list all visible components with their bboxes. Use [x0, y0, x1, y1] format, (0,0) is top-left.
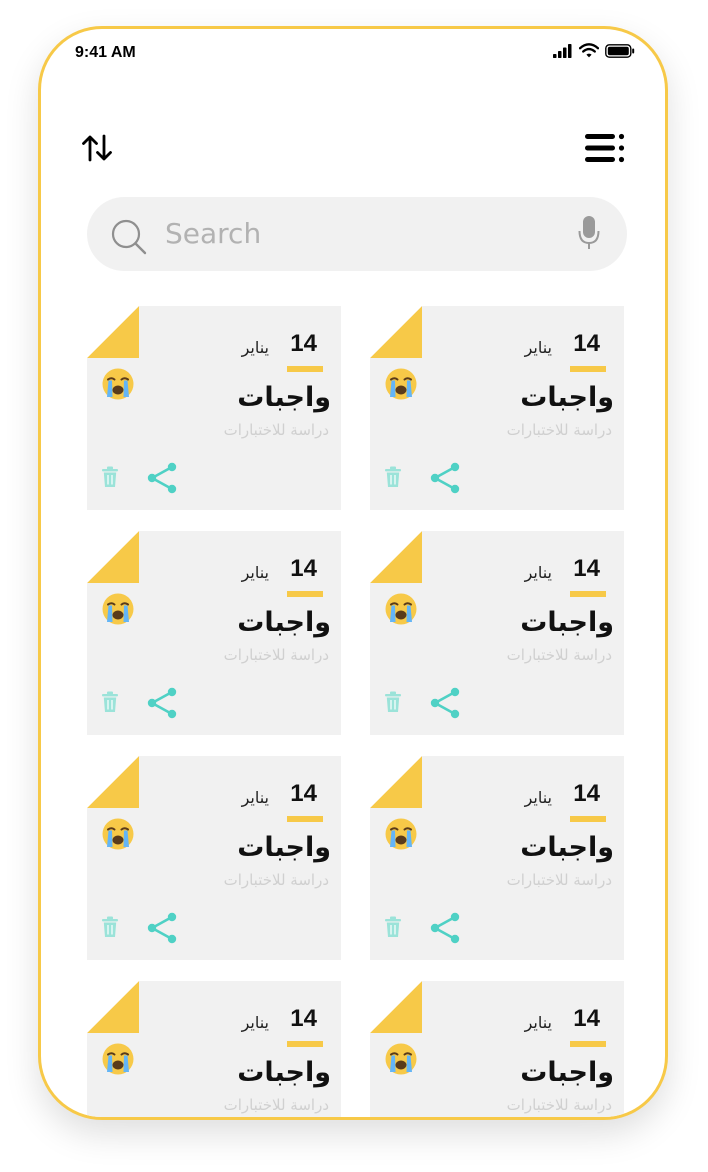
note-month: يناير [524, 1013, 552, 1032]
crying-face-icon [385, 818, 417, 850]
note-month: يناير [241, 563, 269, 582]
page-fold-corner [370, 756, 422, 808]
delete-icon[interactable] [101, 691, 119, 713]
note-day: 14 [573, 555, 600, 582]
search-icon [111, 219, 147, 255]
date-underline [287, 366, 323, 372]
note-card[interactable]: يناير 14 واجبات دراسة للاختبارات [87, 981, 341, 1117]
date-underline [287, 1041, 323, 1047]
note-subtitle: دراسة للاختبارات [223, 1096, 329, 1114]
share-icon[interactable] [145, 461, 179, 495]
crying-face-icon [102, 593, 134, 625]
battery-icon [605, 43, 635, 58]
note-subtitle: دراسة للاختبارات [506, 1096, 612, 1114]
note-day: 14 [290, 330, 317, 357]
crying-face-icon [102, 1043, 134, 1075]
note-card[interactable]: يناير 14 واجبات دراسة للاختبارات [87, 531, 341, 735]
page-fold-corner [87, 756, 139, 808]
crying-face-icon [385, 1043, 417, 1075]
note-title: واجبات [520, 607, 614, 638]
menu-button[interactable] [583, 128, 627, 168]
note-day: 14 [573, 330, 600, 357]
sort-button[interactable] [77, 128, 117, 168]
crying-face-icon [385, 368, 417, 400]
menu-icon [585, 133, 625, 163]
date-underline [287, 591, 323, 597]
page-fold-corner [370, 981, 422, 1033]
status-bar: 9:41 AM [41, 29, 665, 79]
note-day: 14 [290, 780, 317, 807]
note-month: يناير [241, 1013, 269, 1032]
page-fold-corner [87, 981, 139, 1033]
microphone-icon[interactable] [577, 215, 601, 251]
phone-frame: 9:41 AM Search يناير 14 واجبات دراسة للا… [38, 26, 668, 1120]
note-month: يناير [241, 788, 269, 807]
status-time: 9:41 AM [75, 44, 136, 61]
note-month: يناير [524, 788, 552, 807]
note-title: واجبات [237, 1057, 331, 1088]
delete-icon[interactable] [101, 466, 119, 488]
top-bar [41, 124, 665, 174]
delete-icon[interactable] [384, 691, 402, 713]
delete-icon[interactable] [384, 466, 402, 488]
note-month: يناير [524, 338, 552, 357]
page-fold-corner [87, 531, 139, 583]
note-title: واجبات [520, 382, 614, 413]
date-underline [570, 1041, 606, 1047]
note-card[interactable]: يناير 14 واجبات دراسة للاختبارات [370, 531, 624, 735]
note-day: 14 [573, 780, 600, 807]
note-day: 14 [290, 555, 317, 582]
page-fold-corner [370, 306, 422, 358]
date-underline [570, 591, 606, 597]
note-day: 14 [573, 1005, 600, 1032]
note-card[interactable]: يناير 14 واجبات دراسة للاختبارات [87, 306, 341, 510]
share-icon[interactable] [428, 911, 462, 945]
date-underline [570, 816, 606, 822]
delete-icon[interactable] [384, 916, 402, 938]
status-icons [553, 43, 635, 58]
note-title: واجبات [520, 832, 614, 863]
note-card[interactable]: يناير 14 واجبات دراسة للاختبارات [87, 756, 341, 960]
delete-icon[interactable] [101, 916, 119, 938]
crying-face-icon [385, 593, 417, 625]
signal-icon [553, 43, 572, 58]
crying-face-icon [102, 818, 134, 850]
date-underline [287, 816, 323, 822]
crying-face-icon [102, 368, 134, 400]
search-input[interactable] [165, 211, 545, 255]
note-subtitle: دراسة للاختبارات [506, 646, 612, 664]
date-underline [570, 366, 606, 372]
wifi-icon [579, 43, 599, 58]
note-month: يناير [241, 338, 269, 357]
page-fold-corner [370, 531, 422, 583]
sort-icon [82, 134, 112, 162]
note-subtitle: دراسة للاختبارات [223, 871, 329, 889]
share-icon[interactable] [428, 461, 462, 495]
note-card[interactable]: يناير 14 واجبات دراسة للاختبارات [370, 306, 624, 510]
note-subtitle: دراسة للاختبارات [223, 421, 329, 439]
share-icon[interactable] [145, 686, 179, 720]
note-day: 14 [290, 1005, 317, 1032]
note-subtitle: دراسة للاختبارات [223, 646, 329, 664]
note-title: واجبات [237, 382, 331, 413]
note-title: واجبات [237, 607, 331, 638]
share-icon[interactable] [145, 911, 179, 945]
note-card[interactable]: يناير 14 واجبات دراسة للاختبارات [370, 756, 624, 960]
note-title: واجبات [237, 832, 331, 863]
note-subtitle: دراسة للاختبارات [506, 871, 612, 889]
note-title: واجبات [520, 1057, 614, 1088]
note-subtitle: دراسة للاختبارات [506, 421, 612, 439]
page-fold-corner [87, 306, 139, 358]
note-card[interactable]: يناير 14 واجبات دراسة للاختبارات [370, 981, 624, 1117]
share-icon[interactable] [428, 686, 462, 720]
note-month: يناير [524, 563, 552, 582]
search-bar [87, 197, 627, 271]
